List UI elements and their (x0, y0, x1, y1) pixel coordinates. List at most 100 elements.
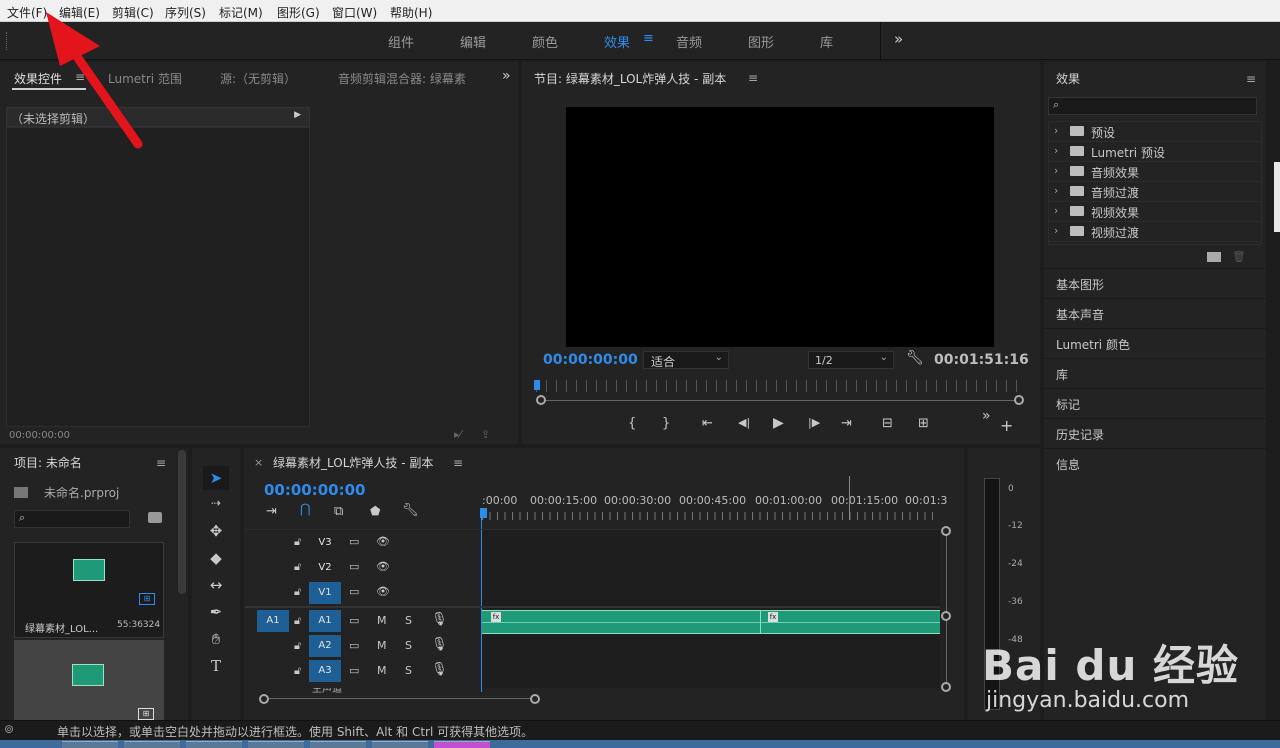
fx-badge[interactable]: fx (768, 612, 778, 622)
section-essential-sound[interactable]: 基本声音 (1044, 298, 1266, 328)
ripple-edit-tool-icon[interactable]: ✥ (203, 522, 229, 544)
vscroll-handle[interactable] (941, 611, 951, 621)
go-to-out-icon[interactable]: ⇥ (841, 416, 852, 431)
workspace-tab-assembly[interactable]: 组件 (388, 32, 414, 51)
sequence-tab[interactable]: 绿幕素材_LOL炸弹人技 - 副本 (273, 454, 433, 471)
clip-edit-point[interactable] (760, 610, 761, 634)
zoom-handle-right[interactable] (1014, 395, 1024, 405)
section-lumetri-color[interactable]: Lumetri 颜色 (1044, 328, 1266, 358)
taskbar-item[interactable] (124, 741, 180, 748)
menu-file[interactable]: 文件(F) (7, 4, 47, 21)
selection-tool-icon[interactable]: ➤ (203, 469, 229, 491)
section-history[interactable]: 历史记录 (1044, 418, 1266, 448)
export-icon[interactable]: ⇪ (481, 428, 490, 441)
sync-lock-icon[interactable]: ▭ (349, 585, 359, 598)
resolution-select[interactable]: 1/2 ⌄ (808, 351, 894, 369)
mark-in-icon[interactable]: { (628, 416, 636, 431)
step-forward-icon[interactable]: |▶ (808, 416, 820, 429)
add-button-icon[interactable]: + (1000, 416, 1013, 435)
linked-selection-icon[interactable]: ⧉ (334, 504, 343, 519)
microphone-icon[interactable]: 🎙︎ (431, 637, 448, 652)
lock-icon[interactable]: 🔓︎ (294, 614, 301, 628)
lock-icon[interactable]: 🔓︎ (294, 585, 301, 599)
tab-lumetri-scopes[interactable]: Lumetri 范围 (108, 70, 182, 87)
scroll-handle-left[interactable] (259, 694, 269, 704)
pen-tool-icon[interactable]: ✒ (203, 603, 229, 625)
vscroll-handle[interactable] (941, 682, 951, 692)
taskbar-item[interactable] (62, 741, 118, 748)
close-icon[interactable]: × (254, 456, 263, 469)
microphone-icon[interactable]: 🎙︎ (431, 662, 448, 677)
taskbar-item[interactable] (310, 741, 366, 748)
step-back-icon[interactable]: ◀| (738, 416, 750, 429)
menu-marker[interactable]: 标记(M) (219, 4, 263, 21)
section-info[interactable]: 信息 (1044, 448, 1266, 478)
filter-icon[interactable]: ▸⁄ (454, 428, 461, 441)
extract-icon[interactable]: ⊞ (918, 416, 929, 431)
sync-lock-icon[interactable]: ▭ (349, 664, 359, 677)
track-label[interactable]: V3 (309, 532, 341, 554)
taskbar-item[interactable] (434, 741, 490, 748)
panel-menu-icon[interactable]: ≡ (748, 71, 758, 85)
sync-lock-icon[interactable]: ▭ (349, 560, 359, 573)
lift-icon[interactable]: ⊟ (882, 416, 893, 431)
menu-help[interactable]: 帮助(H) (390, 4, 432, 21)
lock-icon[interactable]: 🔓︎ (294, 560, 301, 574)
taskbar-item[interactable] (248, 741, 304, 748)
menu-window[interactable]: 窗口(W) (332, 4, 377, 21)
zoom-bar[interactable] (542, 400, 1018, 401)
horizontal-scrollbar[interactable] (262, 698, 538, 699)
sync-lock-icon[interactable]: ▭ (349, 614, 359, 627)
play-triangle-icon[interactable]: ▶ (294, 110, 301, 120)
workspace-menu-icon[interactable]: ≡ (643, 31, 654, 46)
eye-icon[interactable]: 👁︎ (376, 535, 390, 548)
eye-icon[interactable]: 👁︎ (376, 560, 390, 573)
clip-thumbnail-2[interactable]: ⊞ (14, 640, 164, 720)
sync-lock-icon[interactable]: ▭ (349, 535, 359, 548)
section-markers[interactable]: 标记 (1044, 388, 1266, 418)
track-select-tool-icon[interactable]: ⇢ (203, 496, 229, 518)
clip-thumbnail[interactable]: ⊞ 绿幕素材_LOL... 55:36324 (14, 542, 164, 638)
type-tool-icon[interactable]: T (203, 657, 229, 679)
effects-item-audio-transitions[interactable]: › 音频过渡 (1048, 182, 1262, 202)
project-search-input[interactable]: ⌕ (14, 510, 130, 528)
snap-icon[interactable]: ⋂ (300, 502, 311, 517)
workspace-tab-graphics[interactable]: 图形 (748, 32, 774, 51)
effects-search-input[interactable]: ⌕ (1048, 97, 1257, 115)
workspace-tab-effects[interactable]: 效果 (604, 32, 630, 51)
project-scrollbar[interactable] (178, 450, 186, 594)
effects-item-lumetri-presets[interactable]: › Lumetri 预设 (1048, 142, 1262, 162)
playhead[interactable] (534, 380, 540, 390)
overflow-icon[interactable]: » (502, 68, 511, 84)
audio-clip[interactable]: fx fx (482, 610, 940, 634)
lock-icon[interactable]: 🔓︎ (294, 664, 301, 678)
overflow-icon[interactable]: » (982, 408, 991, 424)
effects-item-video-effects[interactable]: › 视频效果 (1048, 202, 1262, 222)
panel-menu-icon[interactable]: ≡ (75, 70, 85, 84)
track-label[interactable]: A3 (309, 660, 341, 682)
wrench-icon[interactable]: 🔧︎ (402, 503, 419, 518)
fit-select[interactable]: 适合 ⌄ (643, 351, 729, 369)
workspace-tab-audio[interactable]: 音频 (676, 32, 702, 51)
mute-icon[interactable]: M (377, 614, 387, 627)
sync-lock-icon[interactable]: ▭ (349, 639, 359, 652)
slip-tool-icon[interactable]: ↔ (203, 576, 229, 598)
microphone-icon[interactable]: 🎙︎ (431, 612, 448, 627)
timeline-ruler[interactable] (482, 512, 938, 520)
zoom-handle-left[interactable] (536, 395, 546, 405)
mute-icon[interactable]: M (377, 664, 387, 677)
menu-clip[interactable]: 剪辑(C) (112, 4, 154, 21)
play-icon[interactable]: ▶ (773, 415, 784, 431)
tab-audio-clip-mixer[interactable]: 音频剪辑混合器: 绿幕素 (338, 70, 466, 87)
track-label[interactable]: A1 (309, 610, 341, 632)
track-label[interactable]: A2 (309, 635, 341, 657)
fx-badge[interactable]: fx (491, 612, 501, 622)
video-preview[interactable] (566, 107, 994, 347)
nest-icon[interactable]: ⇥ (266, 504, 277, 519)
timeline-playhead-handle[interactable] (480, 508, 487, 518)
wrench-icon[interactable]: 🔧︎ (906, 350, 924, 366)
panel-menu-icon[interactable]: ≡ (1246, 72, 1256, 86)
workspace-tab-editing[interactable]: 编辑 (460, 32, 486, 51)
solo-icon[interactable]: S (405, 639, 412, 652)
vertical-scrollbar[interactable] (946, 532, 947, 686)
